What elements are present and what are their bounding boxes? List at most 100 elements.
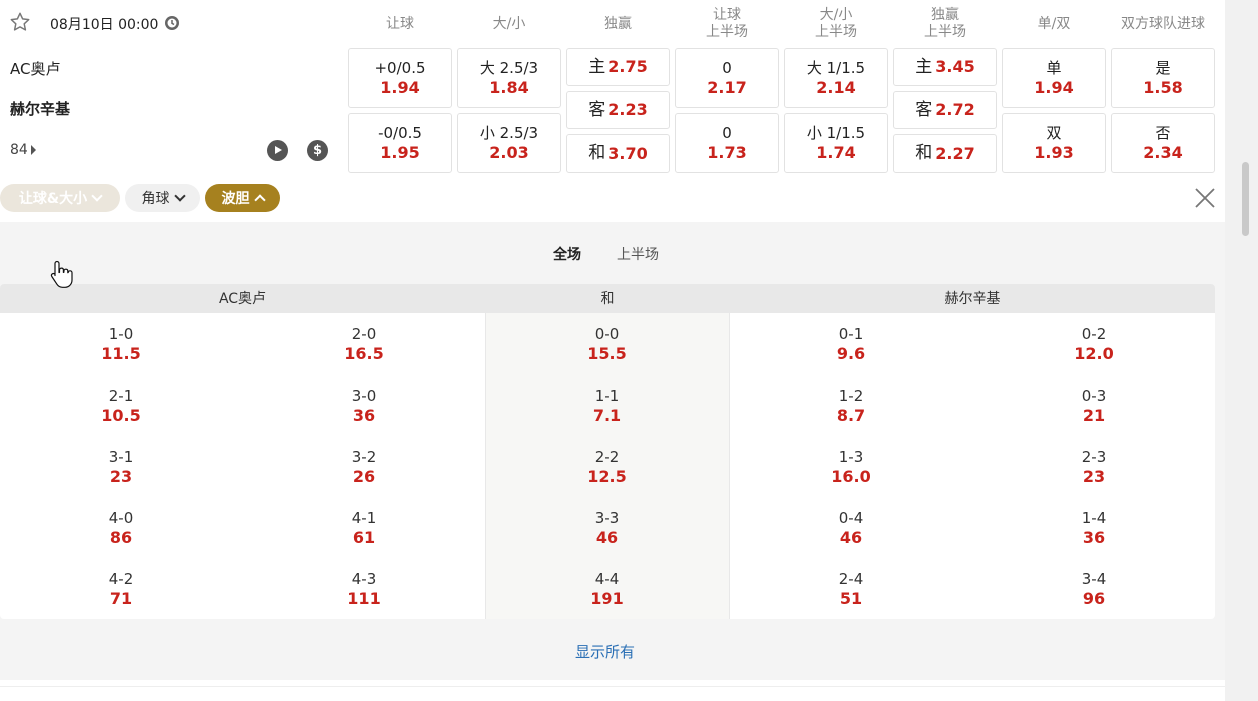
col-header-over-under: 大/小 (457, 6, 561, 42)
col-header-btts: 双方球队进球 (1111, 6, 1215, 42)
score-odds-cell[interactable]: 3-2 26 (304, 448, 424, 487)
score-odds-cell[interactable]: 0-1 9.6 (791, 325, 911, 364)
odds-cell-win-1h-away[interactable]: 客 2.72 (893, 91, 997, 129)
odds-cell-handicap-home[interactable]: +0/0.5 1.94 (348, 48, 452, 108)
next-section-strip (0, 686, 1225, 701)
score-odds-cell[interactable]: 0-4 46 (791, 509, 911, 548)
score-odds-cell[interactable]: 1-1 7.1 (547, 387, 667, 426)
score-label: 2-1 (108, 387, 134, 405)
chip-label: 角球 (141, 191, 170, 207)
odds-cell-btts-no[interactable]: 否 2.34 (1111, 113, 1215, 173)
score-odds-cell[interactable]: 4-4 191 (547, 570, 667, 609)
score-odds-cell[interactable]: 0-2 12.0 (1034, 325, 1154, 364)
score-label: 4-0 (108, 509, 134, 527)
odds-value: 1.94 (1034, 77, 1074, 97)
play-icon[interactable] (267, 140, 288, 161)
score-odds-cell[interactable]: 2-2 12.5 (547, 448, 667, 487)
score-odd-value: 191 (590, 589, 624, 608)
vertical-scrollbar[interactable] (1225, 0, 1258, 701)
odds-cell-win-draw[interactable]: 和 3.70 (566, 134, 670, 173)
odds-label: 和 (588, 143, 606, 163)
chip-handicap-ou[interactable]: 让球&大小 (0, 184, 120, 212)
score-odd-value: 46 (595, 528, 619, 547)
score-odd-value: 86 (109, 528, 133, 547)
odds-value: 1.58 (1143, 77, 1183, 97)
chevron-up-icon (253, 194, 266, 206)
chip-correct-score[interactable]: 波胆 (205, 184, 280, 212)
odds-value: 1.73 (707, 142, 747, 162)
score-odds-cell[interactable]: 4-0 86 (61, 509, 181, 548)
col-header-line1: 独赢 (604, 15, 632, 32)
score-label: 3-0 (351, 387, 377, 405)
odds-label: 客 (588, 99, 606, 120)
col-header-handicap-1h: 让球 上半场 (675, 6, 779, 42)
odds-label: 是 (1155, 58, 1171, 77)
score-odds-cell[interactable]: 2-3 23 (1034, 448, 1154, 487)
odds-value: 2.72 (935, 100, 975, 119)
odds-cell-win-1h-home[interactable]: 主 3.45 (893, 48, 997, 86)
score-odds-cell[interactable]: 3-1 23 (61, 448, 181, 487)
odds-cell-under[interactable]: 小 2.5/3 2.03 (457, 113, 561, 173)
odds-value: 2.03 (489, 142, 529, 162)
odds-cell-win-away[interactable]: 客 2.23 (566, 91, 670, 129)
score-odds-cell[interactable]: 1-0 11.5 (61, 325, 181, 364)
score-odds-cell[interactable]: 4-2 71 (61, 570, 181, 609)
score-odds-cell[interactable]: 0-3 21 (1034, 387, 1154, 426)
tab-full-time[interactable]: 全场 (553, 244, 581, 264)
odds-cell-even[interactable]: 双 1.93 (1002, 113, 1106, 173)
score-odds-cell[interactable]: 3-3 46 (547, 509, 667, 548)
odds-label: 0 (722, 123, 732, 142)
odds-cell-odd[interactable]: 单 1.94 (1002, 48, 1106, 108)
col-header-line1: 单/双 (1037, 15, 1071, 32)
odds-cell-handicap-away[interactable]: -0/0.5 1.95 (348, 113, 452, 173)
col-header-handicap: 让球 (348, 6, 452, 42)
score-odds-cell[interactable]: 4-1 61 (304, 509, 424, 548)
score-odd-value: 23 (109, 467, 133, 486)
score-odd-value: 96 (1082, 589, 1106, 608)
tab-first-half[interactable]: 上半场 (617, 244, 659, 264)
odds-cell-handicap-1h-away[interactable]: 0 1.73 (675, 113, 779, 173)
col-header-line1: 独赢 (931, 7, 959, 23)
odds-cell-under-1h[interactable]: 小 1/1.5 1.74 (784, 113, 888, 173)
favorite-star-icon[interactable] (9, 11, 31, 33)
odds-label: 双 (1046, 123, 1062, 142)
odds-value: 1.74 (816, 142, 856, 162)
odds-cell-win-home[interactable]: 主 2.75 (566, 48, 670, 86)
score-odds-cell[interactable]: 1-2 8.7 (791, 387, 911, 426)
score-odd-value: 11.5 (101, 344, 141, 363)
score-odd-value: 7.1 (592, 406, 622, 425)
scrollbar-thumb[interactable] (1242, 162, 1249, 236)
score-odds-cell[interactable]: 3-0 36 (304, 387, 424, 426)
dollar-icon[interactable]: $ (307, 140, 328, 161)
score-odds-cell[interactable]: 4-3 111 (304, 570, 424, 609)
odds-label: 大 1/1.5 (806, 58, 866, 77)
odds-value: 1.95 (380, 142, 420, 162)
odds-value: 2.34 (1143, 142, 1183, 162)
odds-cell-over-1h[interactable]: 大 1/1.5 2.14 (784, 48, 888, 108)
odds-value: 2.14 (816, 77, 856, 97)
close-icon[interactable] (1193, 186, 1217, 210)
match-minute[interactable]: 84 (10, 142, 36, 158)
chip-corners[interactable]: 角球 (125, 184, 200, 212)
score-odd-value: 16.5 (344, 344, 384, 363)
score-odds-cell[interactable]: 0-0 15.5 (547, 325, 667, 364)
score-odds-cell[interactable]: 3-4 96 (1034, 570, 1154, 609)
score-label: 3-4 (1081, 570, 1107, 588)
odds-cell-handicap-1h-home[interactable]: 0 2.17 (675, 48, 779, 108)
score-label: 1-1 (594, 387, 620, 405)
score-label: 4-1 (351, 509, 377, 527)
score-odds-cell[interactable]: 2-0 16.5 (304, 325, 424, 364)
odds-label: 客 (915, 99, 933, 120)
score-odds-cell[interactable]: 1-4 36 (1034, 509, 1154, 548)
odds-cell-btts-yes[interactable]: 是 1.58 (1111, 48, 1215, 108)
odds-label: 小 1/1.5 (806, 123, 866, 142)
odds-label: 主 (588, 56, 606, 77)
score-odds-cell[interactable]: 1-3 16.0 (791, 448, 911, 487)
score-odds-cell[interactable]: 2-4 51 (791, 570, 911, 609)
odds-cell-over[interactable]: 大 2.5/3 1.84 (457, 48, 561, 108)
score-odd-value: 111 (347, 589, 381, 608)
score-odds-cell[interactable]: 2-1 10.5 (61, 387, 181, 426)
score-odd-value: 9.6 (836, 344, 866, 363)
odds-cell-win-1h-draw[interactable]: 和 2.27 (893, 134, 997, 173)
show-all-link[interactable]: 显示所有 (575, 641, 635, 662)
